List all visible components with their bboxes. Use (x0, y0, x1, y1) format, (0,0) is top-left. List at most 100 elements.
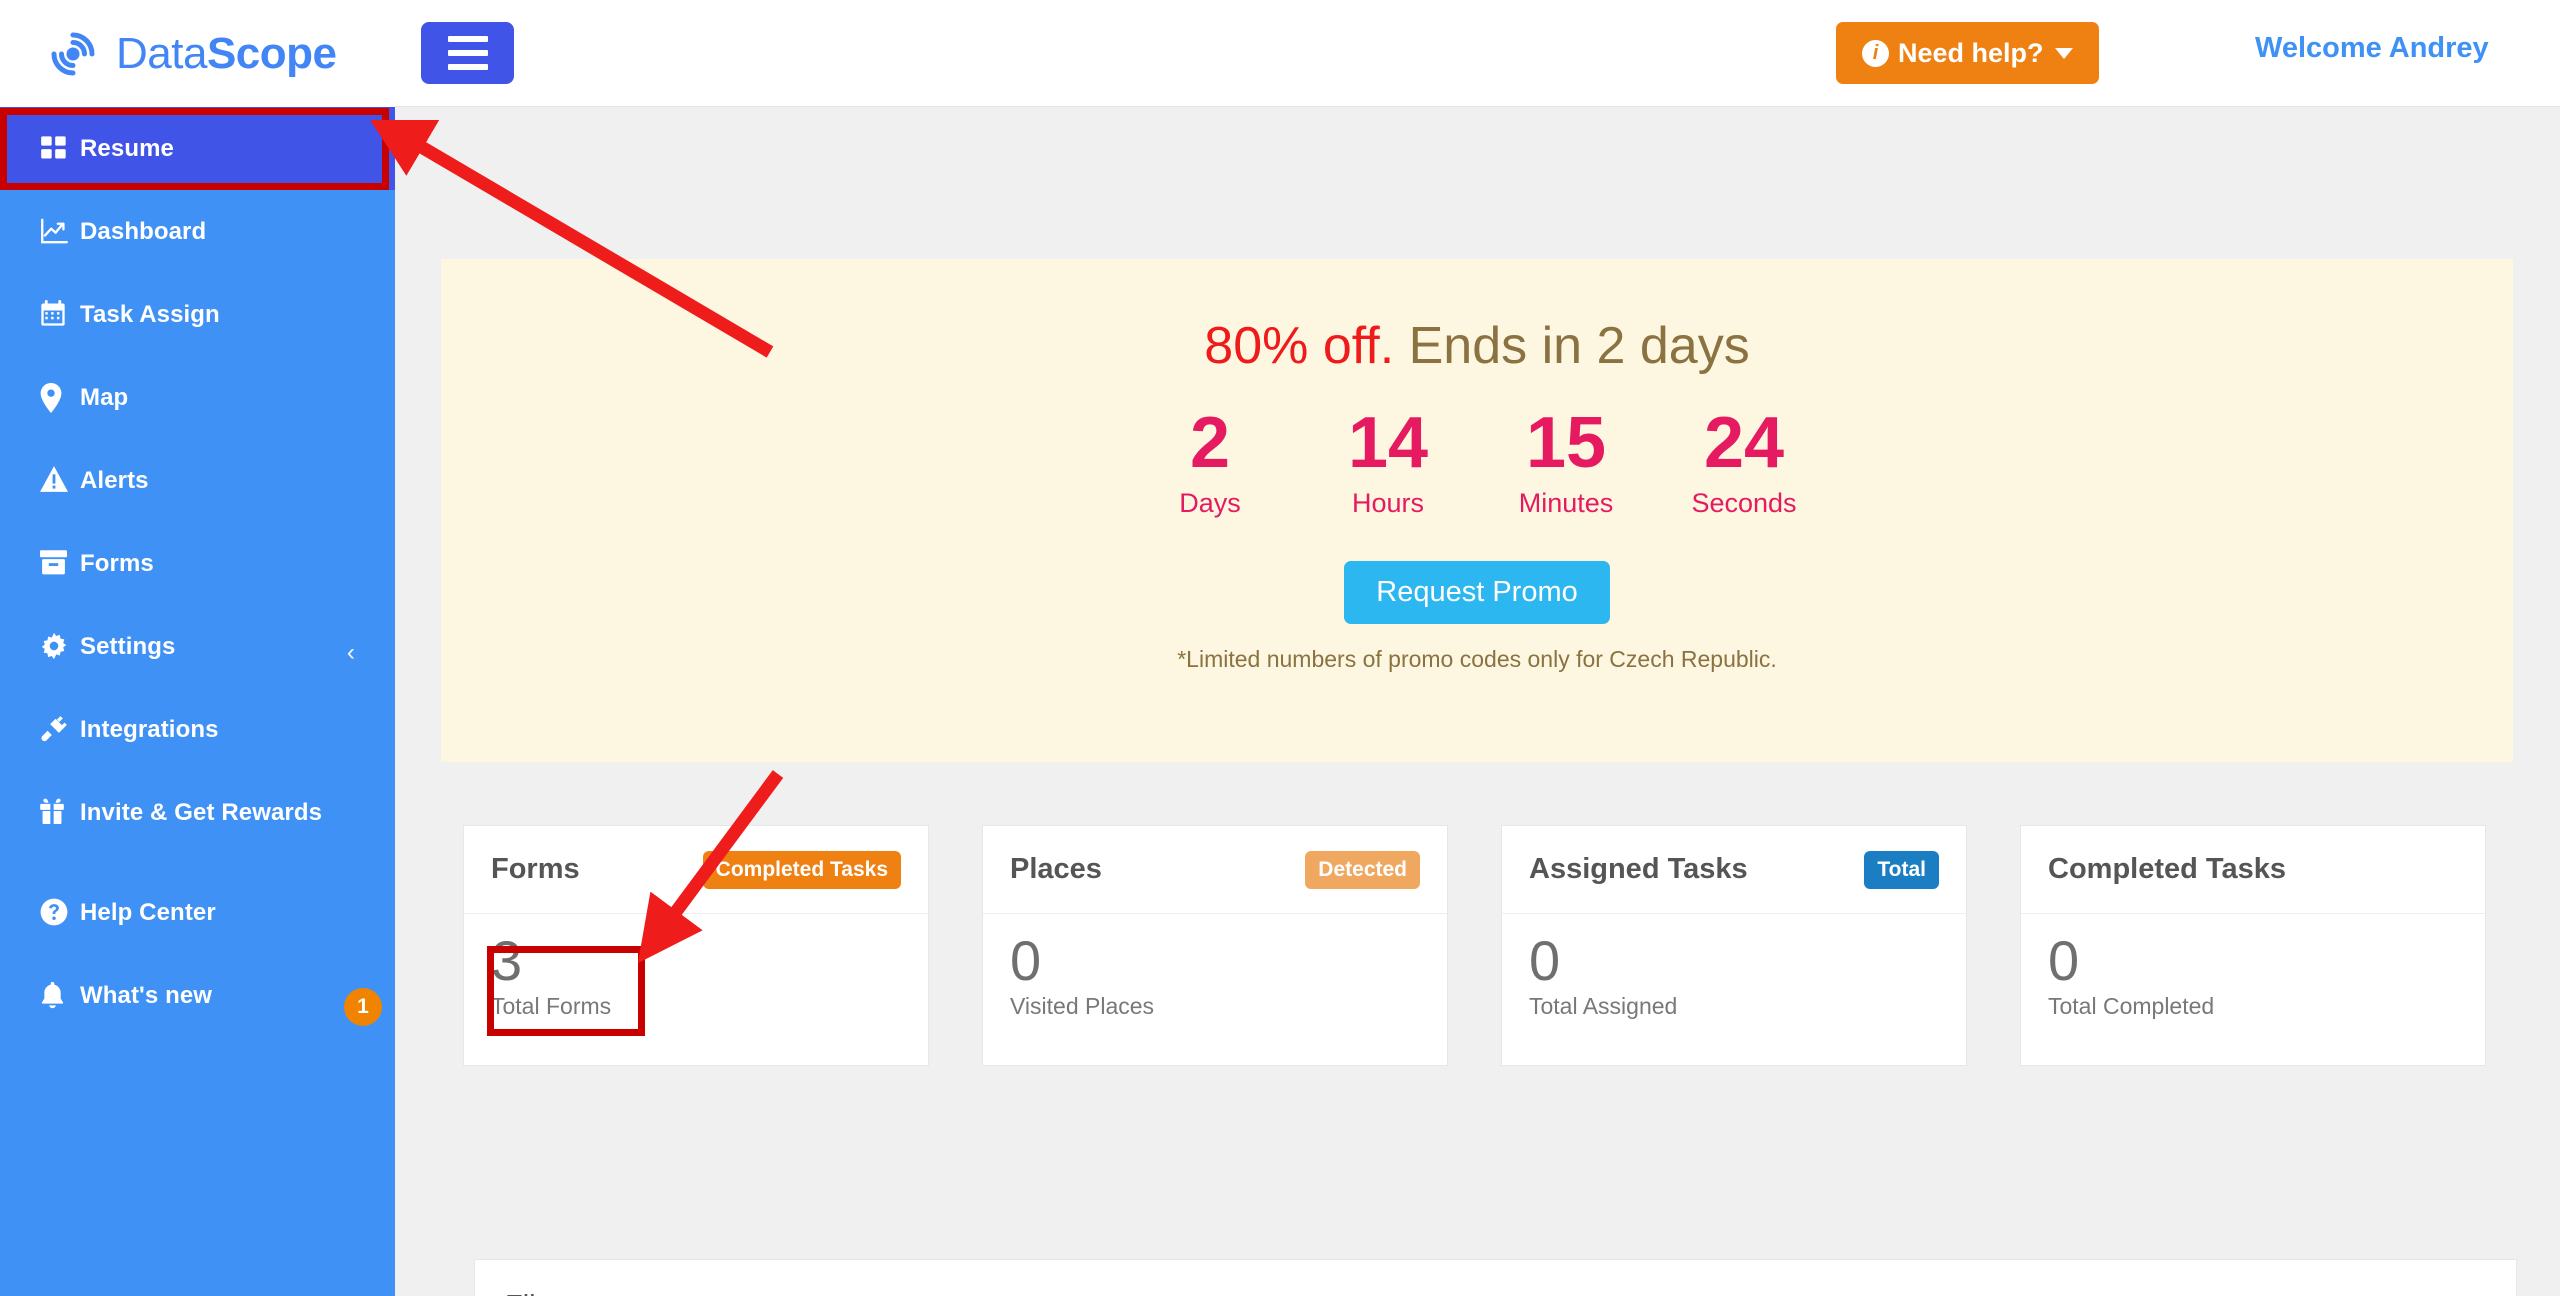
warning-icon (40, 466, 80, 492)
sidebar-item-resume[interactable]: Resume (0, 107, 395, 190)
card-subtitle: Visited Places (1010, 992, 1155, 1019)
main-content: 80% off. Ends in 2 days 2 Days 14 Hours … (395, 107, 2560, 1296)
promo-disclaimer: *Limited numbers of promo codes only for… (1177, 645, 1777, 672)
stat-cards-row: Forms Completed Tasks 3 Total Forms Plac… (463, 825, 2495, 1066)
sidebar-item-integrations[interactable]: Integrations (0, 688, 395, 771)
card-header: Assigned Tasks Total (1502, 826, 1966, 914)
archive-box-icon (40, 549, 80, 575)
welcome-user-label[interactable]: Welcome Andrey (2255, 32, 2489, 65)
brand-logo[interactable]: DataScope (0, 0, 395, 107)
countdown-timer: 2 Days 14 Hours 15 Minutes 24 Seconds (441, 403, 2513, 519)
status-badge: Completed Tasks (702, 850, 901, 889)
card-title: Assigned Tasks (1529, 853, 1748, 885)
card-subtitle: Total Completed (2048, 992, 2215, 1019)
countdown-value: 2 (1189, 403, 1231, 483)
card-subtitle: Total Forms (491, 992, 612, 1019)
filters-title: Filters (475, 1260, 2516, 1296)
line-chart-icon (40, 217, 80, 245)
sidebar-item-label: Settings (80, 633, 176, 660)
brand-name-light: Data (116, 28, 207, 78)
sidebar: DataScope Resume Dashboard Task Assign M… (0, 0, 395, 1296)
sidebar-item-label: Integrations (80, 716, 219, 743)
card-title: Completed Tasks (2048, 853, 2286, 885)
hamburger-icon[interactable] (421, 22, 514, 84)
radar-target-icon (42, 23, 104, 85)
countdown-value: 15 (1525, 403, 1607, 483)
sidebar-item-label: Map (80, 384, 129, 411)
sidebar-item-map[interactable]: Map (0, 356, 395, 439)
card-header: Completed Tasks (2021, 826, 2485, 914)
promo-banner: 80% off. Ends in 2 days 2 Days 14 Hours … (441, 259, 2513, 762)
card-header: Forms Completed Tasks (464, 826, 928, 914)
sidebar-item-label: Resume (80, 135, 174, 162)
chevron-down-icon (2054, 47, 2073, 59)
plug-icon (40, 715, 80, 743)
bell-icon (40, 981, 80, 1009)
gear-icon (40, 632, 80, 660)
question-circle-icon (40, 898, 80, 926)
sidebar-item-whats-new[interactable]: What's new (0, 954, 395, 1037)
filters-panel: Filters (474, 1259, 2517, 1296)
request-promo-button[interactable]: Request Promo (1344, 560, 1610, 624)
map-pin-icon (40, 383, 80, 413)
sidebar-item-label: Dashboard (80, 218, 207, 245)
card-title: Forms (491, 853, 580, 885)
calendar-icon (40, 300, 80, 328)
sidebar-item-label: What's new (80, 982, 213, 1009)
sidebar-item-settings[interactable]: Settings ‹ (0, 605, 395, 688)
gift-icon (40, 798, 80, 824)
sidebar-item-alerts[interactable]: Alerts (0, 439, 395, 522)
card-body: 0 Total Completed (2021, 914, 2485, 1020)
card-subtitle: Total Assigned (1529, 992, 1678, 1019)
sidebar-item-dashboard[interactable]: Dashboard (0, 190, 395, 273)
countdown-cell-days: 2 Days (1121, 403, 1299, 519)
countdown-label: Seconds (1691, 487, 1797, 518)
countdown-label: Hours (1351, 487, 1425, 518)
sidebar-item-label: Task Assign (80, 301, 220, 328)
need-help-label: Need help? (1898, 37, 2044, 68)
card-body: 0 Total Assigned (1502, 914, 1966, 1020)
completed-tasks-card[interactable]: Completed Tasks 0 Total Completed (2020, 825, 2486, 1066)
completed-tasks-card-value: 0 (2048, 929, 2080, 992)
chevron-left-icon[interactable]: ‹ (347, 639, 355, 667)
sidebar-item-invite-rewards[interactable]: Invite & Get Rewards (0, 771, 395, 871)
sidebar-item-help-center[interactable]: Help Center (0, 871, 395, 954)
need-help-button[interactable]: i Need help? (1836, 22, 2099, 84)
countdown-label: Minutes (1518, 487, 1614, 518)
brand-name-bold: Scope (206, 28, 337, 78)
card-title: Places (1010, 853, 1102, 885)
hamburger-bar (447, 36, 488, 42)
countdown-label: Days (1179, 487, 1241, 518)
card-body: 0 Visited Places (983, 914, 1447, 1020)
sidebar-item-label: Help Center (80, 899, 216, 926)
places-card[interactable]: Places Detected 0 Visited Places (982, 825, 1448, 1066)
places-card-value: 0 (1010, 929, 1042, 992)
card-body: 3 Total Forms (464, 914, 928, 1020)
countdown-value: 24 (1703, 403, 1785, 483)
promo-headline-rest: Ends in 2 days (1394, 317, 1750, 375)
sidebar-item-task-assign[interactable]: Task Assign (0, 273, 395, 356)
promo-headline-highlight: 80% off. (1204, 317, 1395, 375)
forms-card-value: 3 (491, 929, 523, 992)
countdown-cell-hours: 14 Hours (1299, 403, 1477, 519)
info-circle-icon: i (1862, 39, 1889, 67)
sidebar-item-label: Invite & Get Rewards (80, 799, 323, 826)
hamburger-bar (447, 64, 488, 70)
hamburger-bar (447, 50, 488, 56)
promo-headline: 80% off. Ends in 2 days (441, 316, 2513, 376)
status-badge: Detected (1305, 850, 1420, 889)
countdown-cell-seconds: 24 Seconds (1655, 403, 1833, 519)
countdown-value: 14 (1347, 403, 1429, 483)
status-badge: Total (1864, 850, 1939, 889)
countdown-cell-minutes: 15 Minutes (1477, 403, 1655, 519)
forms-card[interactable]: Forms Completed Tasks 3 Total Forms (463, 825, 929, 1066)
assigned-tasks-card-value: 0 (1529, 929, 1561, 992)
sidebar-item-label: Alerts (80, 467, 149, 494)
whats-new-badge: 1 (344, 988, 382, 1026)
assigned-tasks-card[interactable]: Assigned Tasks Total 0 Total Assigned (1501, 825, 1967, 1066)
sidebar-item-forms[interactable]: Forms (0, 522, 395, 605)
grid-icon (40, 134, 80, 162)
brand-name: DataScope (116, 29, 337, 79)
card-header: Places Detected (983, 826, 1447, 914)
top-bar: i Need help? Welcome Andrey (395, 0, 2560, 107)
